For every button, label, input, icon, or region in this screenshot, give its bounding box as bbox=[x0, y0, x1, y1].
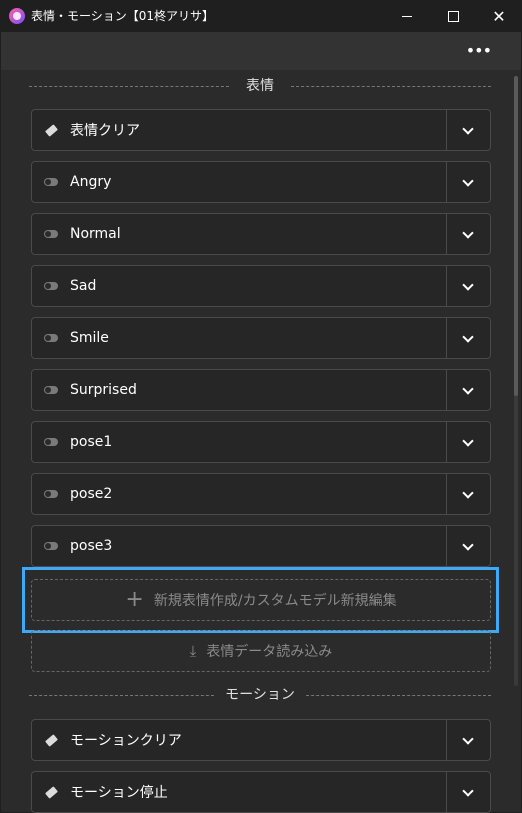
expression-row: Normal bbox=[31, 213, 491, 255]
toggle-icon bbox=[44, 542, 58, 550]
expression-label: Surprised bbox=[70, 382, 137, 398]
motions-heading: モーション bbox=[215, 687, 305, 703]
chevron-down-icon bbox=[462, 732, 474, 745]
motion-clear-dropdown[interactable] bbox=[446, 720, 490, 760]
expression-button[interactable]: pose3 bbox=[32, 526, 447, 566]
expression-dropdown[interactable] bbox=[446, 474, 490, 514]
chevron-down-icon bbox=[462, 784, 474, 797]
expression-clear-dropdown[interactable] bbox=[446, 110, 490, 150]
toggle-icon bbox=[44, 178, 58, 186]
load-expression-data-label: 表情データ読み込み bbox=[206, 644, 333, 660]
expression-dropdown[interactable] bbox=[446, 318, 490, 358]
motion-stop-dropdown[interactable] bbox=[446, 772, 490, 812]
expression-button[interactable]: Surprised bbox=[32, 370, 447, 410]
eraser-icon bbox=[44, 733, 58, 747]
close-button[interactable]: ✕ bbox=[476, 0, 522, 32]
minimize-icon bbox=[402, 15, 412, 17]
motion-clear-label: モーションクリア bbox=[70, 733, 182, 749]
expression-dropdown[interactable] bbox=[446, 214, 490, 254]
expressions-section-header: 表情 bbox=[29, 76, 491, 96]
main-panel: ••• 表情 表情クリア Angry Normal Sad Smile Surp… bbox=[1, 32, 521, 813]
chevron-down-icon bbox=[462, 538, 474, 551]
expression-dropdown[interactable] bbox=[446, 266, 490, 306]
scrollbar-thumb[interactable] bbox=[514, 76, 518, 396]
toggle-icon bbox=[44, 438, 58, 446]
chevron-down-icon bbox=[462, 278, 474, 291]
maximize-icon bbox=[447, 10, 459, 22]
expression-button[interactable]: Angry bbox=[32, 162, 447, 202]
chevron-down-icon bbox=[462, 174, 474, 187]
expression-label: pose2 bbox=[70, 486, 113, 502]
expressions-heading: 表情 bbox=[236, 78, 284, 94]
new-expression-button[interactable]: + 新規表情作成/カスタムモデル新規編集 bbox=[31, 579, 491, 621]
expression-button[interactable]: Sad bbox=[32, 266, 447, 306]
expression-button[interactable]: pose1 bbox=[32, 422, 447, 462]
expression-dropdown[interactable] bbox=[446, 162, 490, 202]
expression-button[interactable]: Smile bbox=[32, 318, 447, 358]
motion-clear-button[interactable]: モーションクリア bbox=[32, 720, 447, 760]
chevron-down-icon bbox=[462, 330, 474, 343]
expression-label: Smile bbox=[70, 330, 109, 346]
expression-label: Normal bbox=[70, 226, 121, 242]
scrollbar[interactable] bbox=[514, 76, 518, 686]
expression-label: Angry bbox=[70, 174, 112, 190]
toggle-icon bbox=[44, 386, 58, 394]
expression-dropdown[interactable] bbox=[446, 370, 490, 410]
eraser-icon bbox=[44, 785, 58, 799]
toggle-icon bbox=[44, 282, 58, 290]
expression-row: pose1 bbox=[31, 421, 491, 463]
motion-stop-button[interactable]: モーション停止 bbox=[32, 772, 447, 812]
motions-section-header: モーション bbox=[29, 685, 491, 705]
expression-row: pose3 bbox=[31, 525, 491, 567]
eraser-icon bbox=[44, 123, 58, 137]
expression-label: pose1 bbox=[70, 434, 113, 450]
motion-clear-row: モーションクリア bbox=[31, 719, 491, 761]
new-expression-label: 新規表情作成/カスタムモデル新規編集 bbox=[153, 593, 397, 609]
top-toolbar: ••• bbox=[1, 32, 521, 70]
toggle-icon bbox=[44, 334, 58, 342]
motion-stop-row: モーション停止 bbox=[31, 771, 491, 813]
toggle-icon bbox=[44, 490, 58, 498]
expression-clear-row: 表情クリア bbox=[31, 109, 491, 151]
chevron-down-icon bbox=[462, 486, 474, 499]
expression-dropdown[interactable] bbox=[446, 422, 490, 462]
expression-button[interactable]: pose2 bbox=[32, 474, 447, 514]
toggle-icon bbox=[44, 230, 58, 238]
motion-stop-label: モーション停止 bbox=[70, 785, 168, 801]
expression-row: pose2 bbox=[31, 473, 491, 515]
load-expression-data-button[interactable]: ⤓ 表情データ読み込み bbox=[31, 630, 491, 672]
window-title: 表情・モーション【01柊アリサ】 bbox=[31, 9, 215, 23]
more-options-icon[interactable]: ••• bbox=[466, 43, 492, 59]
expression-label: pose3 bbox=[70, 538, 113, 554]
download-icon: ⤓ bbox=[189, 642, 197, 660]
expression-row: Smile bbox=[31, 317, 491, 359]
expression-row: Angry bbox=[31, 161, 491, 203]
chevron-down-icon bbox=[462, 226, 474, 239]
expression-clear-button[interactable]: 表情クリア bbox=[32, 110, 447, 150]
chevron-down-icon bbox=[462, 434, 474, 447]
expression-row: Surprised bbox=[31, 369, 491, 411]
chevron-down-icon bbox=[462, 382, 474, 395]
title-bar: 表情・モーション【01柊アリサ】 ✕ bbox=[0, 0, 522, 32]
expression-clear-label: 表情クリア bbox=[70, 123, 140, 139]
plus-icon: + bbox=[125, 587, 144, 612]
expression-label: Sad bbox=[70, 278, 97, 294]
minimize-button[interactable] bbox=[384, 0, 430, 32]
app-icon bbox=[9, 8, 25, 24]
maximize-button[interactable] bbox=[430, 0, 476, 32]
expression-button[interactable]: Normal bbox=[32, 214, 447, 254]
expression-dropdown[interactable] bbox=[446, 526, 490, 566]
chevron-down-icon bbox=[462, 122, 474, 135]
expression-row: Sad bbox=[31, 265, 491, 307]
